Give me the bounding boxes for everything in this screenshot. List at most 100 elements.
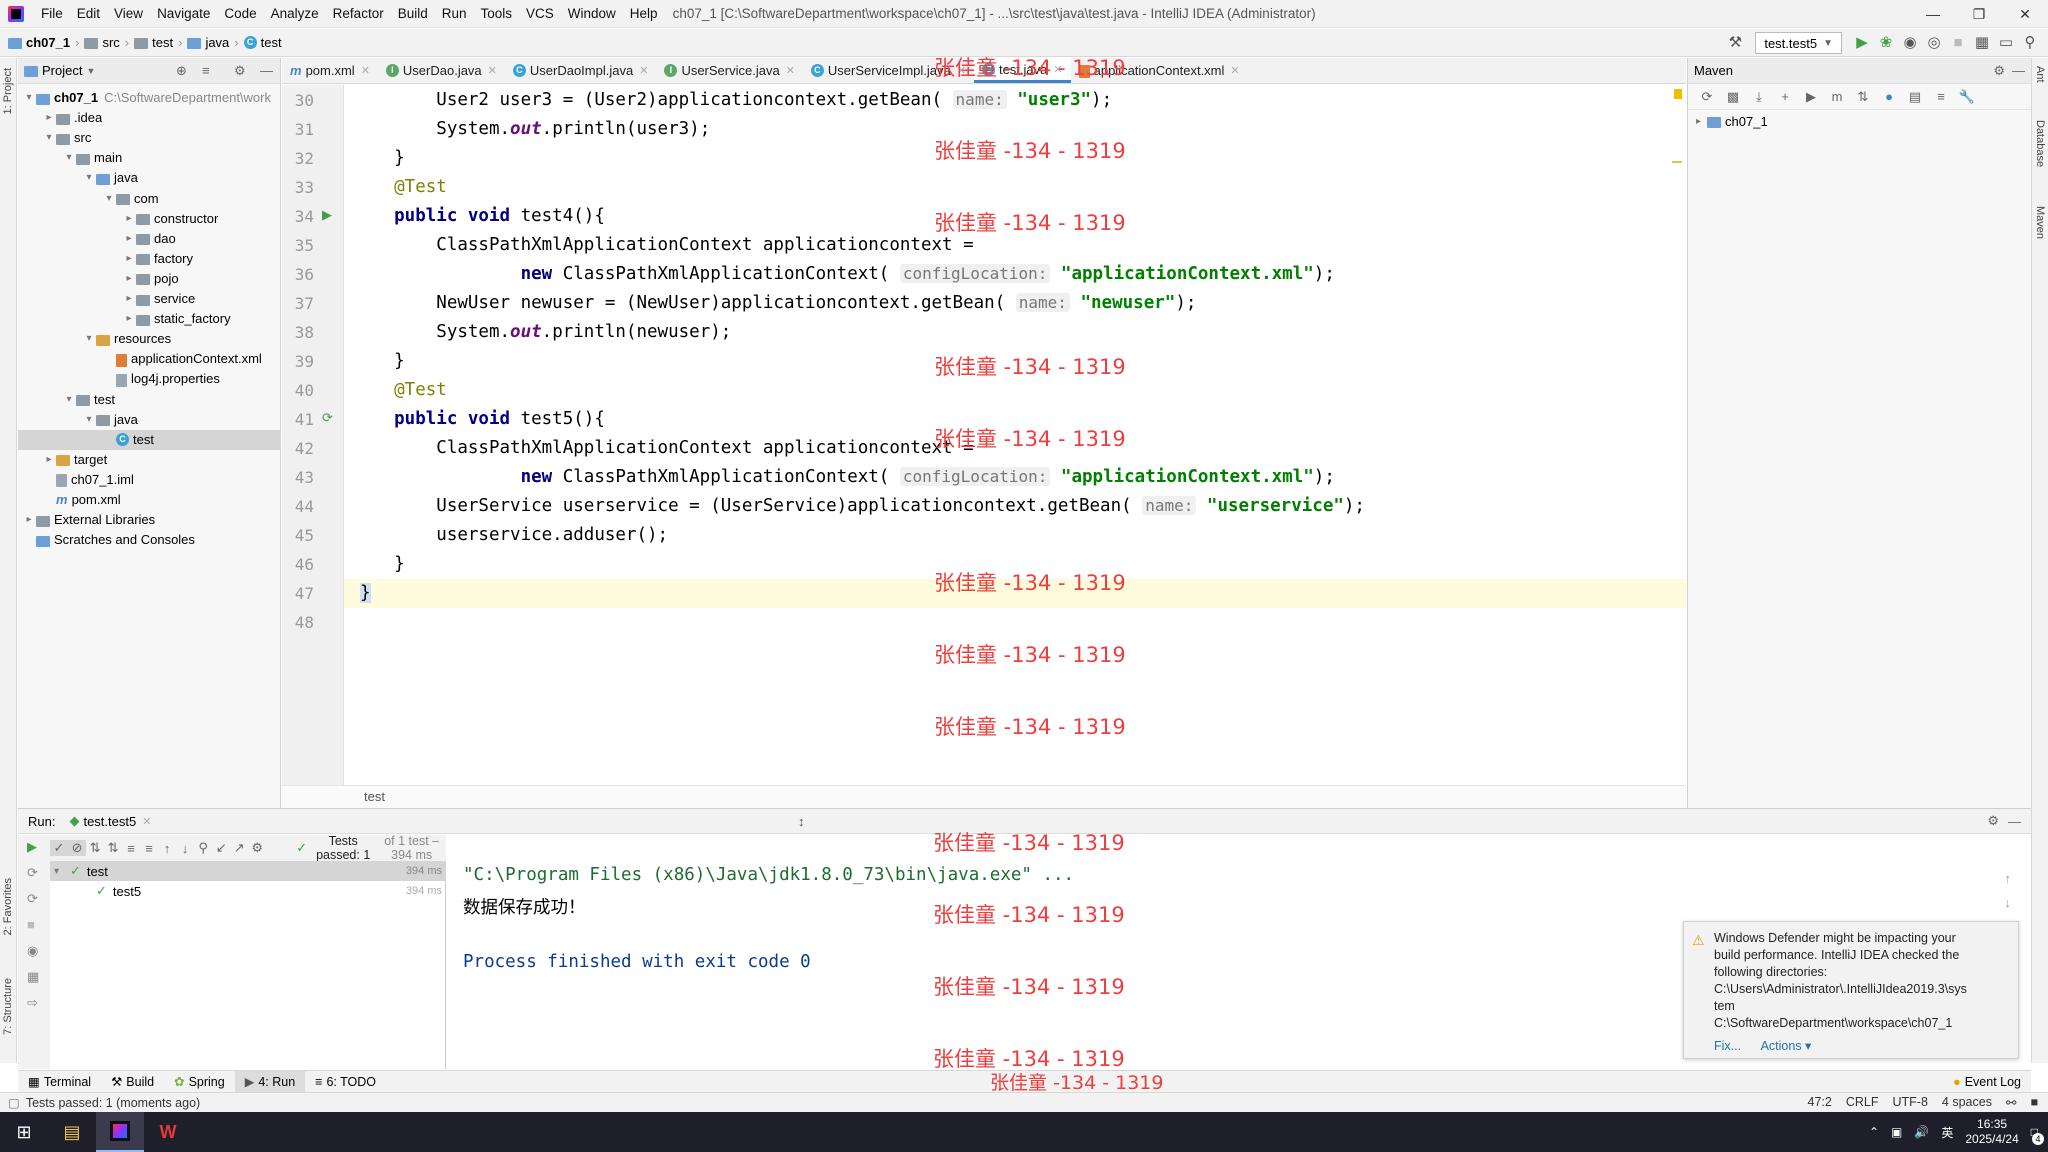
tree-item[interactable]: ▾ resources bbox=[18, 329, 281, 349]
menu-window[interactable]: Window bbox=[561, 6, 623, 21]
hide-icon[interactable]: — bbox=[260, 63, 273, 78]
menu-view[interactable]: View bbox=[107, 6, 150, 21]
gear-icon[interactable]: ⚙ bbox=[248, 840, 266, 856]
import-icon[interactable]: ↙ bbox=[212, 840, 230, 856]
breadcrumb-item[interactable]: test bbox=[261, 35, 282, 50]
chevron-down-icon[interactable]: ▾ bbox=[62, 390, 76, 410]
run-tab[interactable]: test.test5 bbox=[83, 814, 136, 829]
chevron-right-icon[interactable]: ▸ bbox=[122, 209, 136, 229]
drag-handle-icon[interactable]: ↕ bbox=[798, 814, 805, 829]
gear-icon[interactable]: ⚙ bbox=[234, 63, 246, 79]
menu-help[interactable]: Help bbox=[623, 6, 665, 21]
tree-item[interactable]: ▾ main bbox=[18, 148, 281, 168]
run-tool-tab[interactable]: ▶ 4: Run bbox=[234, 1070, 306, 1093]
run-icon[interactable]: ▶ bbox=[1850, 31, 1874, 55]
build-tab[interactable]: ⚒ Build bbox=[101, 1074, 164, 1090]
volume-icon[interactable]: 🔊 bbox=[1914, 1125, 1929, 1139]
line-separator[interactable]: CRLF bbox=[1846, 1095, 1879, 1110]
profile-icon[interactable]: ◎ bbox=[1922, 31, 1946, 55]
chevron-right-icon[interactable]: ▸ bbox=[22, 510, 36, 530]
expand-all-icon[interactable]: ≡ bbox=[122, 841, 140, 856]
breadcrumb-item[interactable]: ch07_1 bbox=[26, 35, 70, 50]
export-icon[interactable]: ▦ bbox=[27, 969, 39, 985]
tree-item[interactable]: Scratches and Consoles bbox=[18, 530, 281, 550]
tree-item[interactable]: log4j.properties bbox=[18, 369, 281, 389]
spring-tab[interactable]: ✿ Spring bbox=[164, 1074, 235, 1090]
file-explorer-icon[interactable]: ▤ bbox=[48, 1112, 96, 1152]
notification-center-icon[interactable]: □ 4 bbox=[2031, 1125, 2044, 1145]
menu-vcs[interactable]: VCS bbox=[519, 6, 561, 21]
restore-icon[interactable]: ❐ bbox=[1956, 0, 2002, 28]
show-ignored-icon[interactable]: ⊘ bbox=[68, 840, 87, 856]
editor-tab[interactable]: m pom.xml ✕ bbox=[282, 58, 378, 83]
editor-scrollbar[interactable] bbox=[1672, 85, 1682, 785]
sort-alpha-icon[interactable]: ⇅ bbox=[86, 840, 104, 856]
editor-tab[interactable]: C UserDaoImpl.java ✕ bbox=[505, 58, 657, 83]
editor-tab[interactable]: I UserDao.java ✕ bbox=[378, 58, 505, 83]
wrench-icon[interactable]: 🔧 bbox=[1954, 89, 1980, 105]
menu-file[interactable]: File bbox=[34, 6, 70, 21]
tree-item[interactable]: ▸ target bbox=[18, 450, 281, 470]
editor-breadcrumb[interactable]: test bbox=[282, 785, 1686, 808]
gear-icon[interactable]: ⚙ bbox=[1987, 813, 1999, 829]
chevron-down-icon[interactable]: ▾ bbox=[82, 410, 96, 430]
toggle-auto-test-icon[interactable]: ⟳ bbox=[27, 891, 38, 907]
menu-navigate[interactable]: Navigate bbox=[150, 6, 217, 21]
tree-item[interactable]: ▸ service bbox=[18, 289, 281, 309]
add-icon[interactable]: + bbox=[1772, 89, 1798, 104]
editor-tab[interactable]: I UserService.java ✕ bbox=[656, 58, 802, 83]
show-passed-icon[interactable]: ✓ bbox=[50, 840, 69, 856]
chevron-down-icon[interactable]: ▾ bbox=[82, 329, 96, 349]
menu-build[interactable]: Build bbox=[391, 6, 435, 21]
scroll-up-icon[interactable]: ↑ bbox=[2005, 871, 2012, 886]
collapse-all-icon[interactable]: ≡ bbox=[140, 841, 158, 856]
chevron-down-icon[interactable]: ▼ bbox=[86, 66, 95, 76]
project-structure-icon[interactable]: ▦ bbox=[1970, 31, 1994, 55]
hide-icon[interactable]: — bbox=[2008, 814, 2021, 829]
scroll-down-icon[interactable]: ↓ bbox=[2005, 895, 2012, 910]
tree-item[interactable]: ▸ dao bbox=[18, 229, 281, 249]
file-encoding[interactable]: UTF-8 bbox=[1893, 1095, 1928, 1110]
todo-tab[interactable]: ≡ 6: TODO bbox=[305, 1075, 386, 1089]
breadcrumb-item[interactable]: java bbox=[205, 35, 229, 50]
run-icon[interactable]: ▶ bbox=[1798, 89, 1824, 105]
favorites-tool-tab[interactable]: 2: Favorites bbox=[2, 878, 14, 935]
chevron-down-icon[interactable]: ▾ bbox=[62, 148, 76, 168]
menu-refactor[interactable]: Refactor bbox=[326, 6, 391, 21]
search-icon[interactable]: ⚲ bbox=[2018, 31, 2042, 55]
intellij-taskbar-icon[interactable] bbox=[96, 1112, 144, 1152]
tree-item[interactable]: ▸ static_factory bbox=[18, 309, 281, 329]
ant-tool-tab[interactable]: Ant bbox=[2034, 66, 2046, 83]
rerun-icon[interactable]: ▶ bbox=[27, 839, 37, 855]
chevron-right-icon[interactable]: ▸ bbox=[122, 309, 136, 329]
gear-icon[interactable]: ⚙ bbox=[1993, 63, 2005, 79]
tree-item[interactable]: ▸ .idea bbox=[18, 108, 281, 128]
memory-indicator-icon[interactable]: ■ bbox=[2030, 1095, 2038, 1110]
minimize-icon[interactable]: — bbox=[1910, 0, 1956, 28]
code-editor[interactable]: 30 31 32 33 34 35 36 37 38 39 40 41 42 43 44 45 46 47 48 ▶… bbox=[282, 85, 1686, 785]
close-tab-icon[interactable]: ✕ bbox=[361, 64, 370, 77]
build-hammer-icon[interactable]: ⚒ bbox=[1723, 31, 1747, 55]
hide-icon[interactable]: — bbox=[2012, 63, 2025, 78]
chevron-right-icon[interactable]: ▸ bbox=[122, 269, 136, 289]
chevron-down-icon[interactable]: ▾ bbox=[22, 88, 36, 108]
next-icon[interactable]: ↓ bbox=[176, 841, 194, 856]
breadcrumb-item[interactable]: src bbox=[102, 35, 119, 50]
show-dependencies-icon[interactable]: ▤ bbox=[1902, 89, 1928, 105]
tree-item[interactable]: ▾ test bbox=[18, 390, 281, 410]
run-test-icon[interactable]: ▶ bbox=[322, 207, 332, 223]
tree-item[interactable]: ▾ src bbox=[18, 128, 281, 148]
ime-indicator[interactable]: 英 bbox=[1941, 1124, 1953, 1141]
menu-analyze[interactable]: Analyze bbox=[264, 6, 326, 21]
menu-code[interactable]: Code bbox=[217, 6, 263, 21]
generate-sources-icon[interactable]: ▩ bbox=[1720, 89, 1746, 105]
indent-setting[interactable]: 4 spaces bbox=[1942, 1095, 1992, 1110]
close-tab-icon[interactable]: ✕ bbox=[786, 64, 795, 77]
execute-goal-icon[interactable]: m bbox=[1824, 89, 1850, 104]
lock-icon[interactable]: ⚯ bbox=[2006, 1095, 2016, 1110]
run-configuration-select[interactable]: test.test5 ▼ bbox=[1755, 32, 1842, 54]
chevron-down-icon[interactable]: ▾ bbox=[102, 189, 116, 209]
camera-icon[interactable]: ◉ bbox=[27, 943, 38, 959]
previous-icon[interactable]: ↑ bbox=[158, 841, 176, 856]
clock[interactable]: 16:35 2025/4/24 bbox=[1965, 1117, 2018, 1147]
